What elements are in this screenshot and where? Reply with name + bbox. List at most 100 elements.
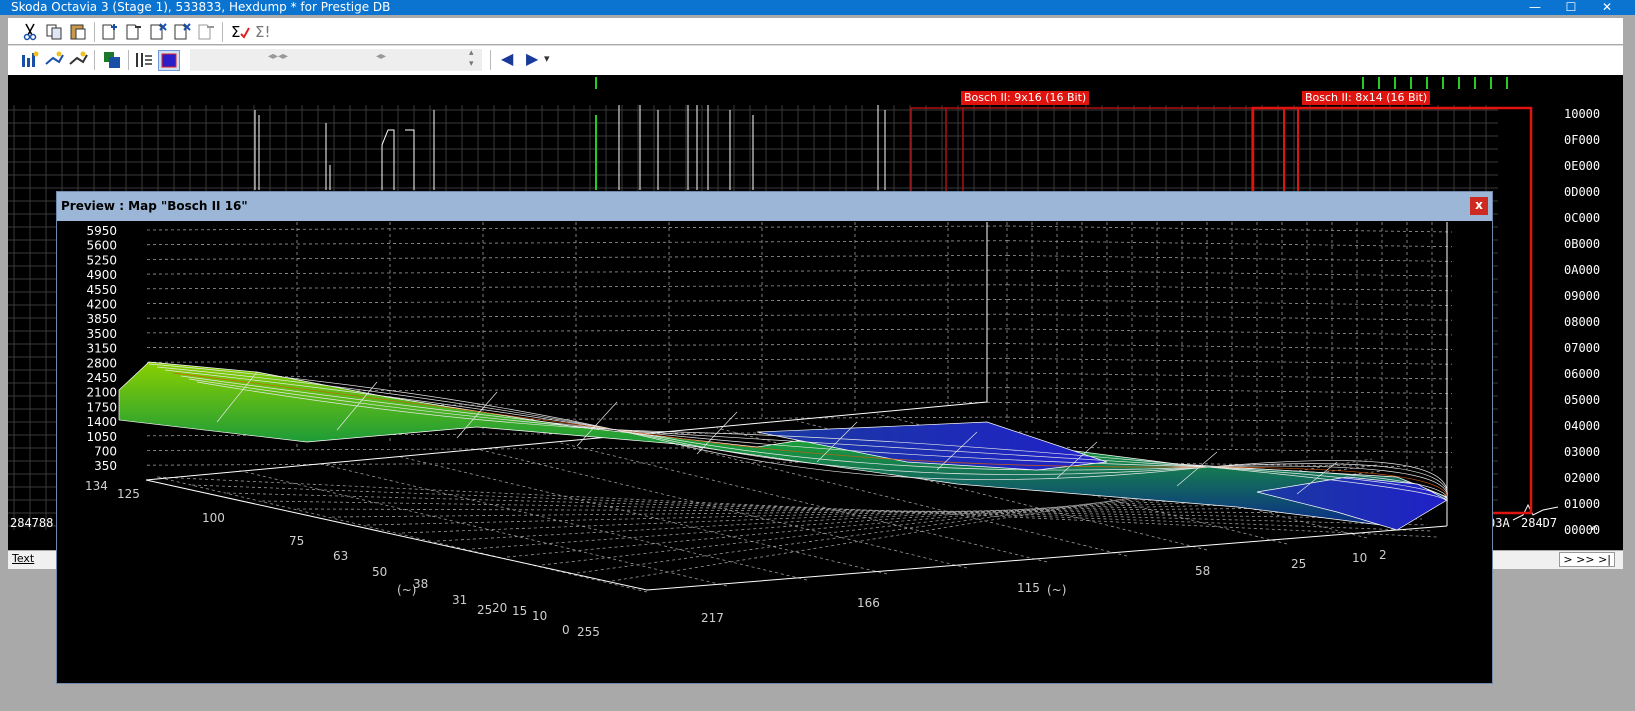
hex-y-label: 0C000 (1564, 211, 1601, 225)
map-3d-plot[interactable]: 5950560052504900455042003850350031502800… (57, 222, 1492, 682)
map-edit3-icon[interactable] (68, 50, 88, 69)
hex-y-label: 01000 (1564, 497, 1601, 511)
delete-map-alt-icon[interactable] (172, 22, 192, 41)
nav-prev-button[interactable]: ◀ (501, 49, 513, 68)
preview-close-button[interactable]: x (1470, 197, 1488, 215)
y-axis-tick-label: 15 (512, 604, 527, 618)
z-axis-tick-label: 700 (94, 445, 117, 459)
hex-y-label: 04000 (1564, 419, 1601, 433)
toolbar-separator (94, 22, 95, 42)
scroll-arrows-icon: ◂▸◂▸ (268, 51, 289, 62)
toolbar-separator (222, 22, 223, 42)
hex-y-label: 0F000 (1564, 133, 1601, 147)
address-left: 284788 (10, 516, 54, 530)
map-label-8x14[interactable]: Bosch II: 8x14 (16 Bit) (1302, 91, 1431, 105)
preview-window: Preview : Map "Bosch II 16" x 5950 5600 52… (56, 191, 1493, 684)
z-axis-tick-label: 5950 (86, 224, 117, 238)
color-mode-icon[interactable] (158, 50, 180, 71)
tab-text[interactable]: Text (12, 552, 34, 565)
maximize-button[interactable]: ☐ (1553, 0, 1589, 15)
hex-y-label: 08000 (1564, 315, 1601, 329)
map-edit2-icon[interactable] (44, 50, 64, 69)
y-axis-tick-label: 134 (85, 479, 108, 493)
z-axis-tick-label: 1750 (86, 400, 117, 414)
z-axis-tick-label: 1400 (86, 415, 117, 429)
reset-icon[interactable]: ↶ (1590, 521, 1597, 535)
scroll-arrows-icon: ◂▸ (376, 51, 387, 62)
preview-title-bar[interactable]: Preview : Map "Bosch II 16" x (57, 192, 1492, 221)
new-map-icon[interactable] (100, 22, 120, 41)
z-axis-tick-label: 5600 (86, 239, 117, 253)
y-axis-title: (~) (397, 583, 416, 597)
x-axis-tick-label: 58 (1195, 564, 1210, 578)
hex-y-label: 0E000 (1564, 159, 1601, 173)
y-axis-tick-label: 0 (562, 623, 570, 637)
z-axis-tick-label: 3150 (86, 342, 117, 356)
copy-icon[interactable] (44, 22, 64, 41)
import-icon[interactable] (102, 50, 122, 69)
x-axis-tick-label: 166 (857, 596, 880, 610)
y-axis-tick-label: 63 (333, 549, 348, 563)
svg-text:Σ!: Σ! (255, 23, 271, 41)
hex-y-label: 0D000 (1564, 185, 1601, 199)
paste-icon[interactable] (68, 22, 88, 41)
toolbar-separator (490, 50, 491, 70)
toolbar-separator (128, 50, 129, 70)
checksum-all-icon[interactable]: Σ! (254, 22, 274, 41)
x-axis-tick-label: 25 (1291, 557, 1306, 571)
z-axis-tick-label: 2800 (86, 356, 117, 370)
remove-map-icon[interactable] (124, 22, 144, 41)
y-axis-tick-label: 75 (289, 534, 304, 548)
x-axis-tick-label: 115 (1017, 581, 1040, 595)
hex-y-label: 02000 (1564, 471, 1601, 485)
nav-next-button[interactable]: ▶ (526, 49, 538, 68)
z-axis-tick-label: 2450 (86, 371, 117, 385)
cut-icon[interactable] (20, 22, 40, 41)
z-axis-tick-label: 3500 (86, 327, 117, 341)
y-axis-tick-label: 100 (202, 511, 225, 525)
delete-map-icon[interactable] (148, 22, 168, 41)
toolbar-main: Σ Σ! (8, 18, 1623, 44)
map-selector-field[interactable]: ◂▸◂▸ ◂▸ ▴ ▾ (190, 48, 482, 71)
y-axis-tick-label: 125 (117, 487, 140, 501)
toolbar-separator (94, 50, 95, 70)
z-axis-tick-label: 4550 (86, 283, 117, 297)
x-axis-tick-label: 2 (1379, 548, 1387, 562)
z-axis-tick-label: 350 (94, 459, 117, 473)
hex-y-label: 09000 (1564, 289, 1601, 303)
hex-y-label: 03000 (1564, 445, 1601, 459)
y-axis-tick-label: 10 (532, 609, 547, 623)
nav-dropdown-button[interactable]: ▾ (544, 52, 550, 65)
hex-y-label: 07000 (1564, 341, 1601, 355)
z-axis-tick-label: 4900 (86, 268, 117, 282)
y-axis-tick-label: 20 (492, 601, 507, 615)
title-bar: Skoda Octavia 3 (Stage 1), 533833, Hexdu… (0, 0, 1635, 15)
map-surface (118, 361, 1448, 531)
checksum-icon[interactable]: Σ (230, 22, 250, 41)
hex-y-label: 05000 (1564, 393, 1601, 407)
toolbar-map: ◂▸◂▸ ◂▸ ▴ ▾ ◀ ▶ ▾ (8, 45, 1623, 75)
y-axis-tick-label: 50 (372, 565, 387, 579)
y-axis-tick-label: 25 (477, 603, 492, 617)
hex-y-label: 0A000 (1564, 263, 1601, 277)
svg-text:Σ: Σ (231, 23, 240, 41)
y-axis-tick-label: 31 (452, 593, 467, 607)
hex-y-label: 06000 (1564, 367, 1601, 381)
preview-title: Preview : Map "Bosch II 16" (61, 199, 248, 213)
export-map-icon[interactable] (196, 22, 216, 41)
z-axis-tick-label: 5250 (86, 253, 117, 267)
map-label-9x16[interactable]: Bosch II: 9x16 (16 Bit) (961, 91, 1090, 105)
hex-y-label: 10000 (1564, 107, 1601, 121)
x-axis-tick-label: 10 (1352, 551, 1367, 565)
close-button[interactable]: ✕ (1589, 0, 1625, 15)
minimize-button[interactable]: — (1517, 0, 1553, 15)
spinner-icon[interactable]: ▴ ▾ (469, 48, 474, 70)
hex-y-label: 0B000 (1564, 237, 1601, 251)
x-axis-tick-label: 217 (701, 611, 724, 625)
map-edit-icon[interactable] (20, 50, 40, 69)
z-axis-tick-label: 4200 (86, 298, 117, 312)
z-axis-tick-label: 3850 (86, 312, 117, 326)
address-right-2: 284D7 (1521, 516, 1558, 530)
page-nav-buttons[interactable]: > >> >| (1559, 552, 1615, 567)
columns-icon[interactable] (134, 50, 154, 69)
